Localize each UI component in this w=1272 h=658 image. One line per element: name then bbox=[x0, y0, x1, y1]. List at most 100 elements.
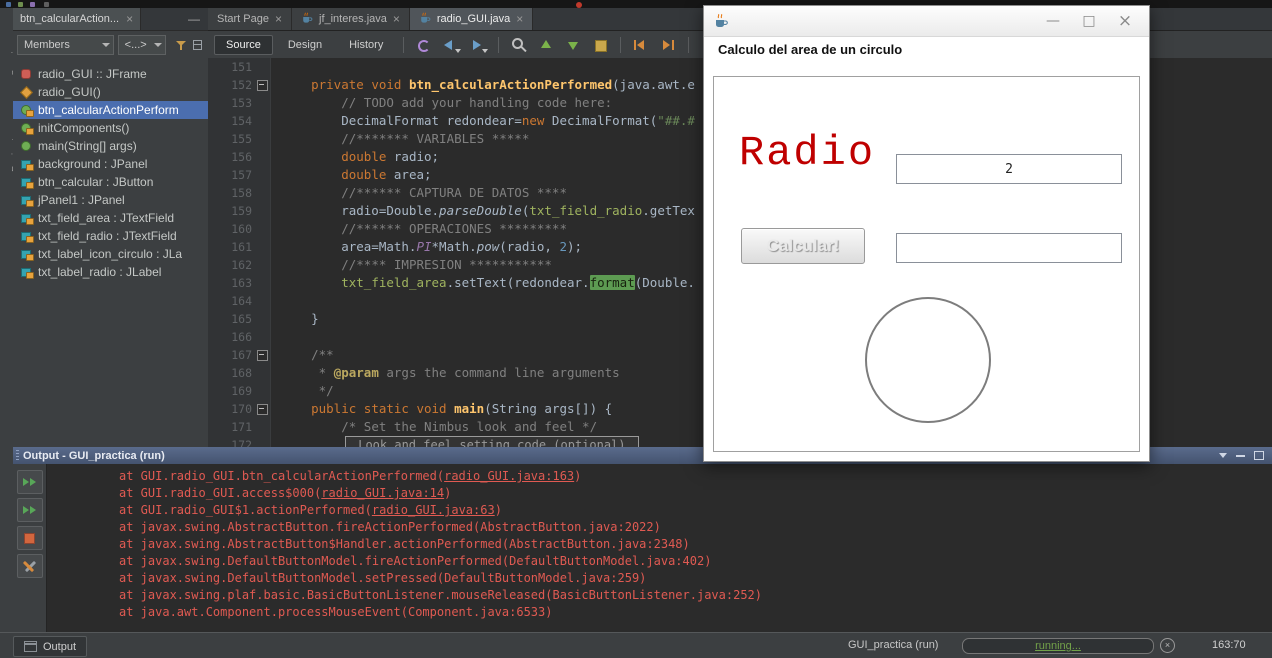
source-view-button[interactable]: Source bbox=[214, 35, 273, 55]
prev-occurrence-icon[interactable] bbox=[534, 35, 558, 55]
line-number: 172 bbox=[231, 438, 252, 447]
fold-marker-icon[interactable] bbox=[255, 76, 270, 94]
window-icon bbox=[24, 641, 37, 652]
close-icon[interactable]: × bbox=[1107, 11, 1143, 31]
tree-item[interactable]: jPanel1 : JPanel bbox=[13, 191, 208, 209]
fold-column bbox=[255, 436, 270, 447]
tree-item-label: btn_calcular : JButton bbox=[38, 175, 154, 189]
calcular-button[interactable]: Calcular! bbox=[741, 228, 865, 264]
chevron-down-icon[interactable] bbox=[1219, 453, 1227, 458]
output-panel: Output - GUI_practica (run) at GUI.radio… bbox=[13, 447, 1272, 632]
stacktrace-link[interactable]: radio_GUI.java:14 bbox=[321, 486, 444, 500]
tree-item[interactable]: btn_calcularActionPerform bbox=[13, 101, 208, 119]
output-settings-button[interactable] bbox=[16, 554, 43, 578]
close-icon[interactable]: × bbox=[126, 13, 133, 25]
stop-button[interactable] bbox=[16, 526, 43, 550]
statusbar-output-label: Output bbox=[43, 640, 77, 653]
gutter-line: 159 bbox=[208, 202, 270, 220]
design-view-button[interactable]: Design bbox=[276, 35, 334, 55]
tree-item[interactable]: txt_label_radio : JLabel bbox=[13, 263, 208, 281]
fold-column bbox=[255, 58, 270, 76]
navigator-tab-label: btn_calcularAction... bbox=[20, 13, 120, 25]
float-window-icon[interactable] bbox=[1254, 451, 1264, 460]
last-edit-icon[interactable] bbox=[412, 35, 436, 55]
gutter-line: 154 bbox=[208, 112, 270, 130]
tree-item[interactable]: txt_label_icon_circulo : JLa bbox=[13, 245, 208, 263]
play-icon bbox=[23, 478, 29, 486]
class-icon bbox=[20, 68, 32, 80]
inherited-filter-dropdown[interactable]: <...> bbox=[117, 35, 166, 55]
tree-item-label: txt_field_area : JTextField bbox=[38, 211, 175, 225]
tree-item-label: txt_label_icon_circulo : JLa bbox=[38, 247, 183, 261]
line-number: 157 bbox=[231, 168, 252, 182]
tree-item[interactable]: main(String[] args) bbox=[13, 137, 208, 155]
tree-item[interactable]: initComponents() bbox=[13, 119, 208, 137]
output-button-column bbox=[13, 464, 47, 632]
stacktrace-link[interactable]: radio_GUI.java:163 bbox=[444, 469, 574, 483]
editor-tab[interactable]: Start Page × bbox=[208, 8, 292, 30]
tree-view-icon[interactable] bbox=[191, 38, 204, 52]
find-icon[interactable] bbox=[507, 35, 531, 55]
history-view-button[interactable]: History bbox=[337, 35, 395, 55]
gutter-line: 170 bbox=[208, 400, 270, 418]
output-title: Output - GUI_practica (run) bbox=[23, 449, 165, 462]
play-icon bbox=[30, 506, 36, 514]
fold-column bbox=[255, 112, 270, 130]
forward-icon[interactable] bbox=[466, 35, 490, 55]
editor-tab[interactable]: jf_interes.java × bbox=[292, 8, 410, 30]
rerun-with-changes-button[interactable] bbox=[16, 498, 43, 522]
line-number: 156 bbox=[231, 150, 252, 164]
output-line: at javax.swing.AbstractButton$Handler.ac… bbox=[47, 536, 1272, 553]
filter-icon[interactable] bbox=[174, 38, 187, 52]
area-input[interactable] bbox=[896, 233, 1122, 263]
fold-marker-icon[interactable] bbox=[255, 346, 270, 364]
close-icon[interactable]: × bbox=[393, 13, 400, 25]
shift-left-icon[interactable] bbox=[629, 35, 653, 55]
status-bar: Output GUI_practica (run) running... × 1… bbox=[0, 632, 1272, 658]
tree-item[interactable]: txt_field_area : JTextField bbox=[13, 209, 208, 227]
gutter-line: 162 bbox=[208, 256, 270, 274]
radio-input[interactable] bbox=[896, 154, 1122, 184]
collapsed-fold-box[interactable]: Look and feel setting code (optional) bbox=[345, 436, 639, 447]
fold-marker-icon[interactable] bbox=[255, 400, 270, 418]
close-icon[interactable]: × bbox=[275, 13, 282, 25]
chevron-down-icon bbox=[101, 43, 110, 47]
stacktrace-text: at GUI.radio_GUI$1.actionPerformed( bbox=[119, 503, 372, 517]
members-view-dropdown[interactable]: Members bbox=[17, 35, 114, 55]
stacktrace-link[interactable]: radio_GUI.java:63 bbox=[372, 503, 495, 517]
gutter-line: 157 bbox=[208, 166, 270, 184]
tree-item[interactable]: txt_field_radio : JTextField bbox=[13, 227, 208, 245]
maximize-icon[interactable]: □ bbox=[1071, 13, 1107, 29]
line-number: 167 bbox=[231, 348, 252, 362]
circle-drawing bbox=[865, 297, 991, 423]
editor-tab[interactable]: radio_GUI.java × bbox=[409, 8, 534, 30]
tree-item-label: txt_label_radio : JLabel bbox=[38, 265, 162, 279]
tree-item[interactable]: btn_calcular : JButton bbox=[13, 173, 208, 191]
statusbar-output-tab[interactable]: Output bbox=[13, 636, 88, 657]
tree-item[interactable]: radio_GUI() bbox=[13, 83, 208, 101]
tree-item[interactable]: background : JPanel bbox=[13, 155, 208, 173]
shift-right-icon[interactable] bbox=[656, 35, 680, 55]
stop-process-icon[interactable]: × bbox=[1160, 638, 1175, 653]
toggle-highlight-icon[interactable] bbox=[588, 35, 612, 55]
minimize-panel-icon[interactable]: — bbox=[180, 8, 208, 30]
inherited-filter-label: <...> bbox=[124, 39, 147, 51]
stacktrace-text: at GUI.radio_GUI.access$000( bbox=[119, 486, 322, 500]
minimize-window-icon[interactable] bbox=[1236, 454, 1245, 457]
navigator-tab[interactable]: btn_calcularAction... × bbox=[13, 8, 142, 30]
rerun-button[interactable] bbox=[16, 470, 43, 494]
close-icon[interactable]: × bbox=[516, 13, 523, 25]
lock-overlay-icon bbox=[26, 164, 34, 171]
gutter-line: 155 bbox=[208, 130, 270, 148]
tree-item[interactable]: radio_GUI :: JFrame bbox=[13, 65, 208, 83]
fold-column bbox=[255, 220, 270, 238]
back-icon[interactable] bbox=[439, 35, 463, 55]
progress-bar[interactable]: running... bbox=[962, 638, 1154, 654]
editor-tab-label: radio_GUI.java bbox=[436, 13, 511, 25]
next-occurrence-icon[interactable] bbox=[561, 35, 585, 55]
line-number: 159 bbox=[231, 204, 252, 218]
minimize-icon[interactable]: — bbox=[1035, 13, 1071, 29]
app-window-titlebar[interactable]: — □ × bbox=[704, 6, 1149, 37]
lock-overlay-icon bbox=[26, 254, 34, 261]
output-console[interactable]: at GUI.radio_GUI.btn_calcularActionPerfo… bbox=[47, 464, 1272, 632]
